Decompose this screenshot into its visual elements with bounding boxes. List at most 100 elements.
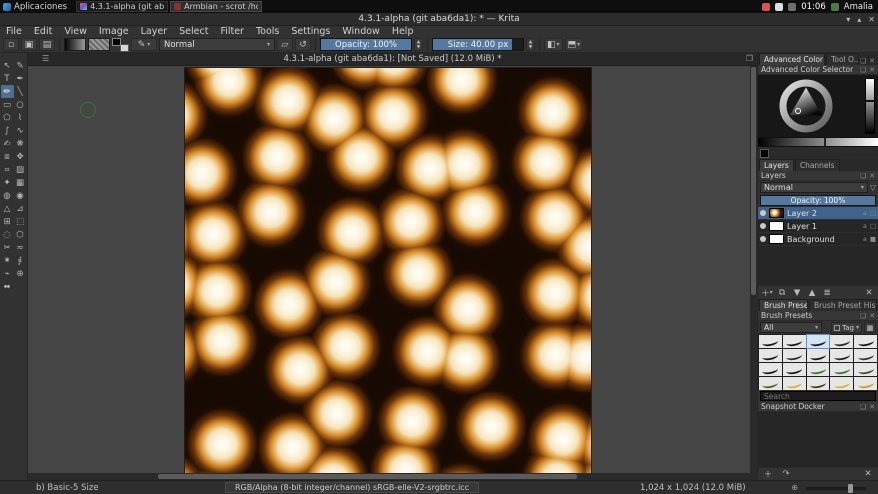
reference-images-tool[interactable]: ⊞ [1, 215, 14, 228]
value-bar-handle[interactable] [865, 100, 875, 102]
document-frame[interactable] [185, 68, 591, 473]
brush-preset-thumbnail[interactable] [783, 335, 806, 348]
save-icon[interactable]: ▤ [39, 38, 55, 51]
rectangular-select-tool[interactable]: ⬚ [14, 215, 27, 228]
pattern-chooser-button[interactable] [88, 38, 110, 51]
brush-preset-thumbnail[interactable] [854, 335, 877, 348]
subwindow-restore-icon[interactable]: ❐ [746, 54, 753, 63]
menu-window[interactable]: Window [336, 26, 385, 37]
text-tool[interactable]: T [1, 72, 14, 85]
brush-preset-thumbnail[interactable] [759, 377, 782, 390]
zoom-tool[interactable]: ⊕ [14, 267, 27, 280]
reload-preset-icon[interactable]: ↺ [295, 38, 311, 51]
float-docker-icon[interactable]: ❏ [860, 66, 866, 74]
layers-docker-titlebar[interactable]: Layers ❏ ✕ [758, 171, 878, 181]
eraser-mode-icon[interactable]: ▱ [277, 38, 293, 51]
brush-preset-thumbnail[interactable] [807, 363, 830, 376]
tag-checkbox-icon[interactable] [834, 325, 840, 331]
layer-blend-mode-dropdown[interactable]: Normal ▾ [760, 182, 868, 193]
maximize-icon[interactable]: ▴ [857, 15, 861, 24]
measure-tool[interactable]: ⊿ [14, 202, 27, 215]
canvas-viewport[interactable] [28, 66, 757, 480]
brush-preset-thumbnail[interactable] [854, 363, 877, 376]
menu-file[interactable]: File [0, 26, 28, 37]
pan-tool[interactable]: ⬌ [1, 280, 14, 293]
brush-presets-titlebar[interactable]: Brush Presets ❏ ✕ [758, 311, 878, 321]
colorspace-button[interactable]: RGB/Alpha (8-bit integer/channel) sRGB-e… [225, 482, 479, 493]
multibrush-tool[interactable]: ❋ [14, 137, 27, 150]
menu-edit[interactable]: Edit [28, 26, 58, 37]
brush-preset-thumbnail[interactable] [807, 349, 830, 362]
color-sampler-tool[interactable]: ✦ [1, 176, 14, 189]
taskbar-window-button[interactable]: 4.3.1-alpha (git aba6da1... [76, 1, 168, 12]
mirror-vertical-button[interactable]: ⬒▾ [565, 38, 584, 51]
layer-row[interactable]: Layer 2a□ [758, 207, 878, 220]
tray-screenshot-icon[interactable] [762, 3, 770, 11]
remove-snapshot-button[interactable]: ✕ [862, 469, 874, 480]
layer-properties-button[interactable]: ≣ [821, 287, 833, 298]
rectangle-tool[interactable]: ▭ [1, 98, 14, 111]
float-docker-icon[interactable]: ❏ [860, 403, 866, 411]
clock[interactable]: 01:06 [801, 2, 826, 12]
new-document-icon[interactable]: ▫ [3, 38, 19, 51]
tab-brush-presets[interactable]: Brush Presets [759, 299, 808, 311]
brush-preset-thumbnail[interactable] [854, 377, 877, 390]
menu-layer[interactable]: Layer [135, 26, 174, 37]
brush-preset-thumbnail[interactable] [783, 377, 806, 390]
tag-filter-dropdown[interactable]: All ▾ [760, 322, 822, 333]
bezier-select-tool[interactable]: ∮ [14, 254, 27, 267]
foreground-background-swatch[interactable] [112, 38, 129, 52]
freehand-brush-tool[interactable]: ✏ [1, 85, 14, 98]
brush-preset-thumbnail[interactable] [830, 363, 853, 376]
current-brush-name[interactable]: b) Basic-5 Size [36, 483, 99, 493]
magnetic-select-tool[interactable]: ⌁ [1, 267, 14, 280]
tab-brush-preset-history[interactable]: Brush Preset History [809, 299, 877, 311]
layer-row[interactable]: Backgrounda■ [758, 233, 878, 246]
fill-tool[interactable]: ◍ [1, 189, 14, 202]
crop-tool[interactable]: ⌗ [1, 163, 14, 176]
color-wheel[interactable] [778, 78, 834, 134]
taskbar-window-button[interactable]: Armbian - scrot /home/a... [170, 1, 262, 12]
float-docker-icon[interactable]: ❏ [860, 312, 866, 320]
menu-view[interactable]: View [58, 26, 93, 37]
switch-snapshot-button[interactable]: ↷ [780, 469, 792, 480]
float-docker-icon[interactable]: ❏ [860, 172, 866, 180]
brush-preset-thumbnail[interactable] [830, 349, 853, 362]
minimize-icon[interactable]: ▾ [846, 15, 850, 24]
zoom-icon[interactable]: ⊕ [791, 483, 798, 492]
document-tab-title[interactable]: 4.3.1-alpha (git aba6da1): [Not Saved] (… [283, 54, 501, 64]
brush-preset-thumbnail[interactable] [807, 377, 830, 390]
layer-filter-icon[interactable]: ▽ [870, 183, 876, 192]
window-titlebar[interactable]: 4.3.1-alpha (git aba6da1): * — Krita ▾ ▴… [0, 13, 878, 26]
bezier-curve-tool[interactable]: ∫ [1, 124, 14, 137]
tray-network-icon[interactable] [788, 3, 796, 11]
document-canvas[interactable] [185, 68, 591, 473]
mirror-horizontal-button[interactable]: ◧▾ [544, 38, 563, 51]
opacity-spinner[interactable]: ▲▼ [414, 38, 423, 51]
brush-preset-thumbnail[interactable] [783, 349, 806, 362]
lightness-slider[interactable] [758, 137, 878, 147]
brush-size-slider[interactable]: Size: 40.00 px [432, 38, 524, 51]
brush-search-input[interactable] [760, 391, 876, 401]
tab-layers[interactable]: Layers [759, 159, 794, 171]
close-icon[interactable]: ✕ [868, 15, 875, 24]
close-docker-icon[interactable]: ✕ [869, 172, 875, 180]
visibility-eye-icon[interactable] [760, 236, 766, 242]
contiguous-select-tool[interactable]: ⁕ [1, 254, 14, 267]
edit-shapes-tool[interactable]: ✎ [14, 59, 27, 72]
assistants-tool[interactable]: △ [1, 202, 14, 215]
enclose-fill-tool[interactable]: ◉ [14, 189, 27, 202]
brush-preset-thumbnail[interactable] [830, 335, 853, 348]
brush-preset-thumbnail[interactable] [807, 335, 830, 348]
freehand-path-tool[interactable]: ∿ [14, 124, 27, 137]
brush-preset-thumbnail[interactable] [830, 377, 853, 390]
polygon-tool[interactable]: ⬠ [1, 111, 14, 124]
tab-advanced-color-s[interactable]: Advanced Color S... [759, 53, 825, 65]
layer-opacity-slider[interactable]: Opacity: 100% [760, 195, 876, 206]
close-docker-icon[interactable]: ✕ [869, 312, 875, 320]
brush-preset-thumbnail[interactable] [783, 363, 806, 376]
delete-layer-button[interactable]: ✕ [863, 287, 875, 298]
calligraphy-tool[interactable]: ✒ [14, 72, 27, 85]
similar-color-select-tool[interactable]: ≈ [14, 241, 27, 254]
gradient-tool[interactable]: ▨ [14, 163, 27, 176]
